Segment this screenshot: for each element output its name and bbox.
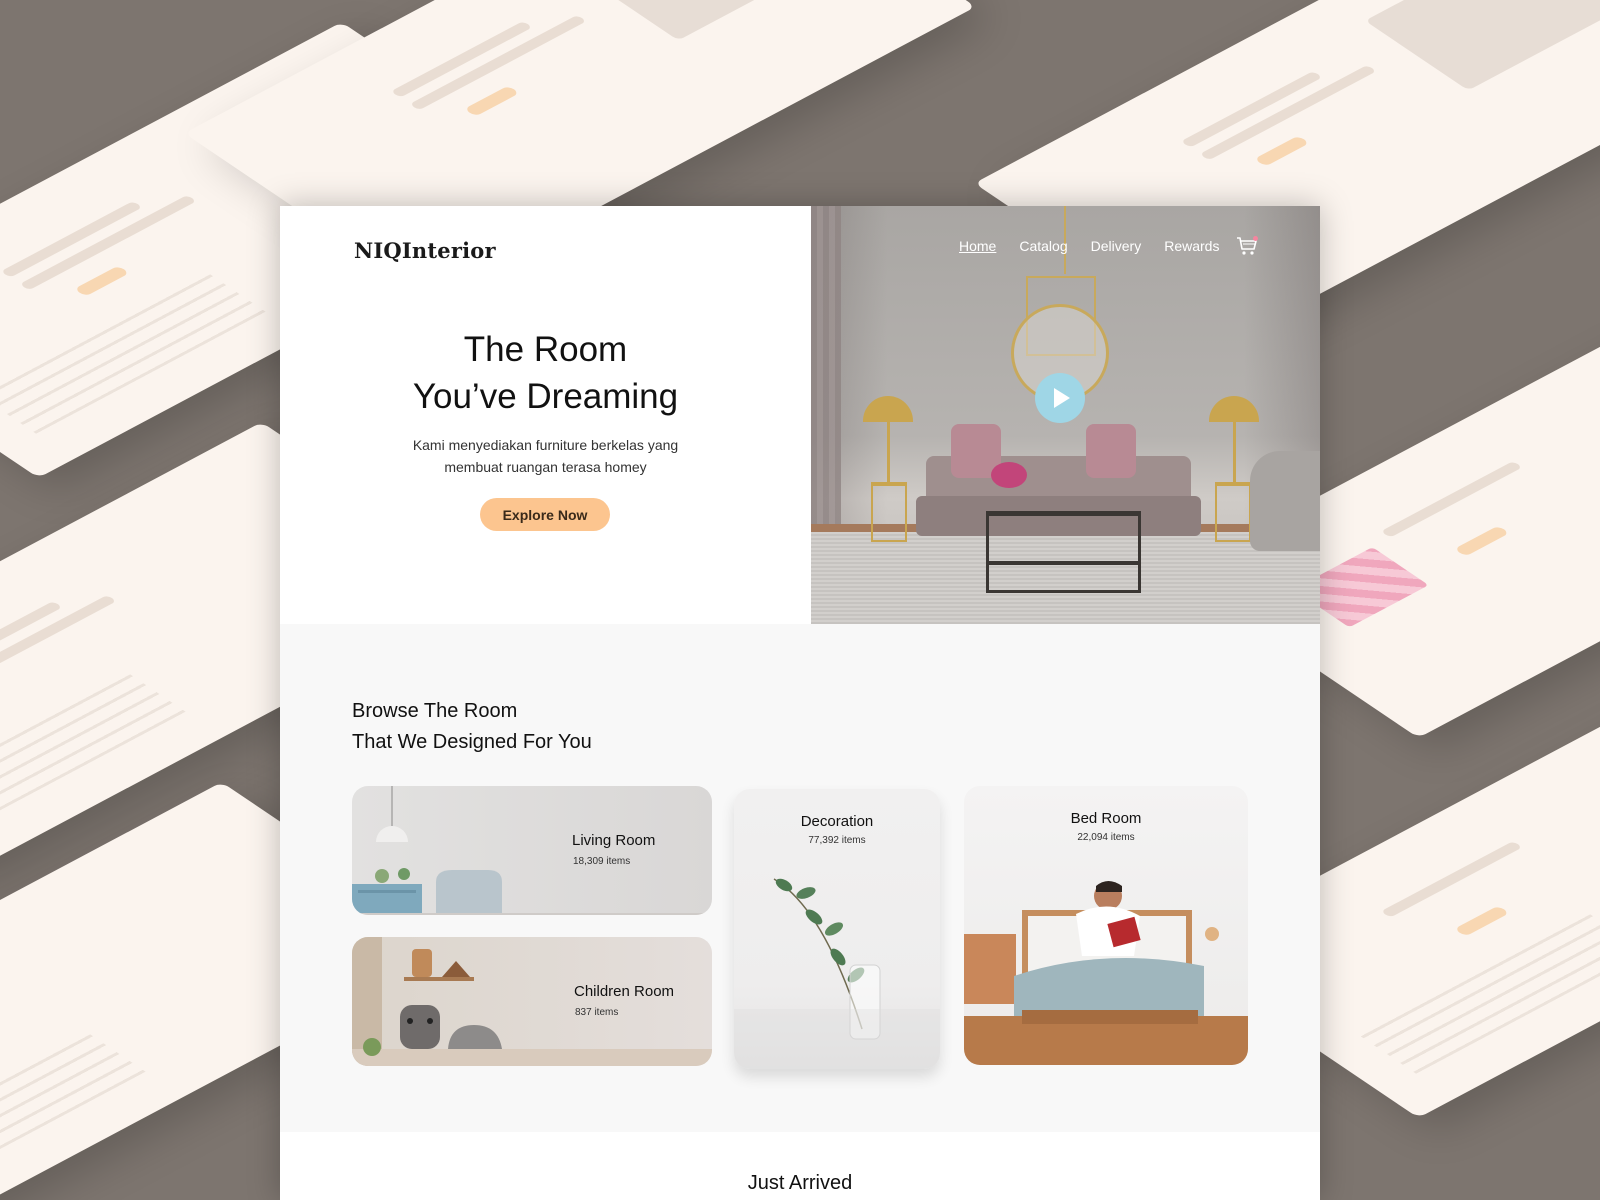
pillow-graphic [1086, 424, 1136, 478]
coffee-table-graphic [986, 511, 1141, 593]
hero-title-line2: You’ve Dreaming [412, 377, 679, 416]
main-nav: Home Catalog Delivery Rewards [959, 236, 1259, 256]
coffee-table-shelf-graphic [989, 561, 1139, 565]
lamp-pole-graphic [887, 422, 890, 482]
logo-text: NIQInterior [354, 238, 496, 263]
just-arrived-title: Just Arrived [747, 1172, 853, 1194]
room-card-children-room[interactable]: Children Room 837 items [352, 937, 712, 1066]
children-room-name: Children Room [574, 983, 675, 1000]
play-icon [1054, 388, 1070, 408]
armchair-graphic [1250, 451, 1320, 551]
hero-subtitle: Kami menyediakan furniture berkelas yang… [280, 434, 811, 478]
children-room-count: 837 items [575, 1007, 619, 1018]
landing-page: NIQInterior The Room You’ve Dreaming Kam… [280, 206, 1320, 1200]
bed-room-image [964, 881, 1248, 1065]
hero-video-panel: Home Catalog Delivery Rewards [811, 206, 1320, 624]
play-video-button[interactable] [1035, 373, 1085, 423]
living-room-name: Living Room [572, 832, 656, 849]
hero-subtitle-line1: Kami menyediakan furniture berkelas yang [412, 437, 679, 453]
decoration-image [734, 878, 940, 1069]
hero-section: NIQInterior The Room You’ve Dreaming Kam… [280, 206, 1320, 624]
side-table-graphic [1215, 482, 1251, 542]
hero-text-panel: NIQInterior The Room You’ve Dreaming Kam… [280, 206, 811, 624]
nav-item-delivery[interactable]: Delivery [1091, 238, 1142, 254]
brand-logo[interactable]: NIQInterior [354, 238, 496, 270]
cart-icon[interactable] [1236, 236, 1259, 256]
nav-item-home[interactable]: Home [959, 238, 996, 254]
living-room-count: 18,309 items [573, 856, 631, 867]
hero-title-line1: The Room [463, 330, 628, 369]
room-card-bed-room[interactable]: Bed Room 22,094 items [964, 786, 1248, 1065]
browse-title-line2: That We Designed For You [352, 731, 592, 753]
side-table-graphic [871, 482, 907, 542]
nav-item-rewards[interactable]: Rewards [1164, 238, 1219, 254]
hero-title: The Room You’ve Dreaming [280, 326, 811, 420]
flowers-graphic [991, 462, 1027, 488]
nav-item-catalog[interactable]: Catalog [1019, 238, 1067, 254]
explore-now-button[interactable]: Explore Now [480, 498, 610, 531]
children-room-image [352, 937, 712, 1066]
room-card-living-room[interactable]: Living Room 18,309 items [352, 786, 712, 915]
browse-title: Browse The Room That We Designed For You [352, 696, 592, 758]
room-card-decoration[interactable]: Decoration 77,392 items [734, 789, 940, 1069]
hero-subtitle-line2: membuat ruangan terasa homey [444, 459, 647, 475]
browse-rooms-section: Browse The Room That We Designed For You… [280, 624, 1320, 1132]
lamp-pole-graphic [1233, 422, 1236, 482]
browse-title-line1: Browse The Room [352, 700, 518, 722]
living-room-image [352, 786, 712, 915]
